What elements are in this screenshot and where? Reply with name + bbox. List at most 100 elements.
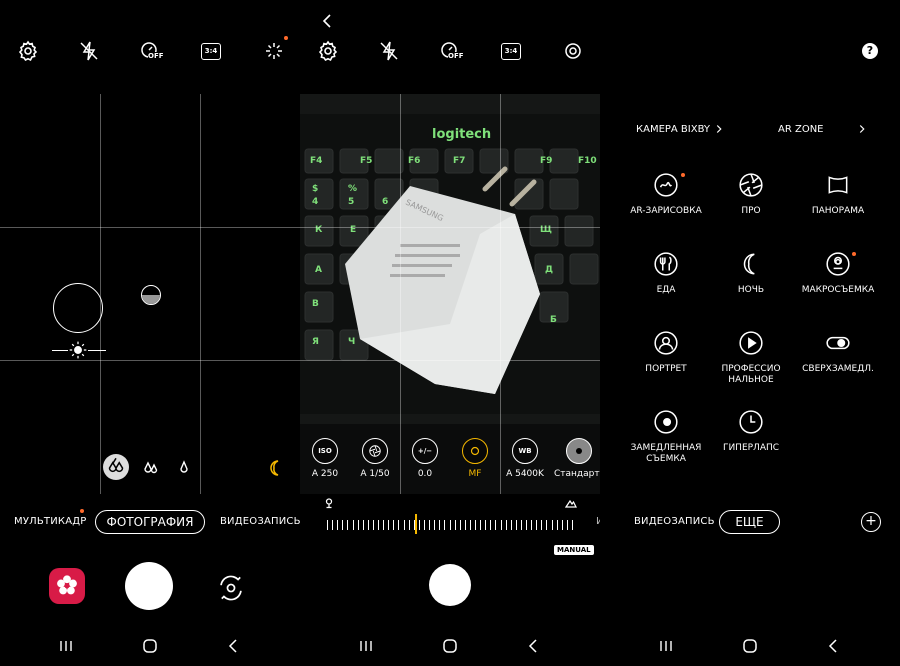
collapse-chevron-icon[interactable] (316, 9, 340, 33)
mode-slow-motion[interactable]: ЗАМЕДЛЕННАЯ СЪЕМКА (618, 409, 714, 465)
slider-tick (434, 520, 435, 530)
system-navbar (0, 634, 300, 662)
shutter-speed-control[interactable]: A 1/50 (350, 438, 400, 479)
shutter-button[interactable] (429, 564, 471, 606)
mode-label: ПАНОРАМА (811, 206, 865, 216)
aperture-icon (362, 438, 388, 464)
mode-pro[interactable]: ПРО (703, 172, 799, 217)
recents-icon[interactable] (54, 634, 78, 658)
settings-icon[interactable] (16, 39, 40, 63)
mode-food[interactable]: ЕДА (618, 251, 714, 296)
home-icon[interactable] (138, 634, 162, 658)
slider-tick (506, 520, 507, 530)
focus-value: MF (468, 469, 482, 479)
add-mode-icon[interactable]: + (861, 512, 881, 532)
scene-optimizer-icon[interactable] (141, 285, 161, 305)
slider-tick (531, 520, 532, 530)
filter-drops-icon[interactable] (139, 456, 163, 480)
focus-ring[interactable] (53, 283, 103, 333)
mode-night[interactable]: НОЧЬ (703, 251, 799, 296)
ar-zone-link[interactable]: AR ZONE (778, 124, 824, 135)
settings-icon[interactable] (316, 39, 340, 63)
mode-photo[interactable]: ФОТОГРАФИЯ (95, 510, 205, 534)
mode-label: НОЧЬ (737, 285, 765, 295)
ratio-icon[interactable]: 3:4 (499, 39, 523, 63)
slider-tick (541, 520, 542, 530)
recents-icon[interactable] (654, 634, 678, 658)
mode-pro-video[interactable]: ПРОФЕССИО НАЛЬНОЕ (703, 330, 799, 386)
svg-text:Ч: Ч (348, 337, 355, 347)
macro-icon (825, 251, 851, 277)
slider-tick (567, 520, 568, 530)
gallery-button[interactable] (49, 568, 85, 604)
ratio-icon[interactable]: 3:4 (199, 39, 223, 63)
bixby-camera-link[interactable]: КАМЕРА BIXBY (636, 124, 710, 135)
mode-hyperlapse[interactable]: ГИПЕРЛАПС (703, 409, 799, 454)
recents-icon[interactable] (354, 634, 378, 658)
wb-control[interactable]: WB A 5400K (500, 438, 550, 479)
slider-tick (552, 520, 553, 530)
mode-multicadr[interactable]: МУЛЬТИКАДР (14, 516, 86, 527)
mode-video[interactable]: ВИДЕОЗАПИСЬ (634, 516, 715, 527)
timer-off-icon[interactable]: OFF (138, 39, 164, 63)
slider-tick (444, 520, 445, 530)
night-icon[interactable] (263, 456, 287, 480)
hyperlapse-icon (738, 409, 764, 435)
slider-tick (383, 520, 384, 530)
mode-ar-doodle[interactable]: AR-ЗАРИСОВКА (618, 172, 714, 217)
slider-marker[interactable] (415, 514, 417, 534)
back-icon[interactable] (822, 634, 846, 658)
ev-control[interactable]: +/− 0.0 (400, 438, 450, 479)
svg-text:Д: Д (545, 265, 553, 275)
focus-icon (462, 438, 488, 464)
camera-pro-panel: OFF 3:4 logitech F4F5F6F7F9F10 $4%56 КЕН… (300, 0, 600, 666)
slider-tick (439, 520, 440, 530)
new-badge-dot (80, 509, 84, 513)
new-badge-dot (681, 173, 685, 177)
mode-video[interactable]: ВИДЕОЗАПИСЬ (220, 516, 300, 527)
more-button[interactable]: ЕЩЕ (719, 510, 780, 534)
mode-label: ЗАМЕДЛЕННАЯ СЪЕМКА (630, 443, 702, 464)
focus-slider[interactable] (327, 514, 573, 534)
wb-value: A 5400K (506, 469, 544, 479)
new-badge-dot (852, 252, 856, 256)
svg-text:F4: F4 (310, 156, 322, 166)
back-icon[interactable] (522, 634, 546, 658)
color-profile-control[interactable]: Стандартн (554, 438, 600, 479)
effects-icon[interactable] (262, 39, 286, 63)
slider-tick (358, 520, 359, 530)
timer-label: OFF (148, 52, 164, 60)
grid-line (0, 360, 300, 361)
svg-text:Я: Я (312, 337, 319, 347)
mode-panorama[interactable]: ПАНОРАМА (790, 172, 886, 217)
slider-tick (490, 520, 491, 530)
filter-selected[interactable] (103, 454, 129, 480)
mode-macro[interactable]: МАКРОСЪЕМКА (790, 251, 886, 296)
shutter-button[interactable] (125, 562, 173, 610)
iso-control[interactable]: ISO A 250 (300, 438, 350, 479)
super-slow-icon (825, 330, 851, 356)
svg-text:F6: F6 (408, 156, 420, 166)
flash-off-icon[interactable] (77, 39, 101, 63)
mode-label: ГИПЕРЛАПС (722, 443, 780, 453)
mode-super-slow[interactable]: СВЕРХЗАМЕДЛ. (790, 330, 886, 375)
flash-off-icon[interactable] (377, 39, 401, 63)
slider-tick (424, 520, 425, 530)
back-icon[interactable] (222, 634, 246, 658)
timer-off-icon[interactable]: OFF (438, 39, 464, 63)
svg-text:$: $ (312, 184, 318, 194)
focus-control[interactable]: MF (450, 438, 500, 479)
filter-drop-icon[interactable] (172, 456, 196, 480)
home-icon[interactable] (738, 634, 762, 658)
slider-tick (347, 520, 348, 530)
food-icon (653, 251, 679, 277)
help-icon[interactable]: ? (862, 43, 878, 59)
motion-photo-icon[interactable] (561, 39, 585, 63)
switch-camera-icon[interactable] (214, 571, 248, 605)
slider-tick (495, 520, 496, 530)
mode-portrait[interactable]: ПОРТРЕТ (618, 330, 714, 375)
home-icon[interactable] (438, 634, 462, 658)
slider-tick (470, 520, 471, 530)
play-icon (738, 330, 764, 356)
slow-motion-icon (653, 409, 679, 435)
